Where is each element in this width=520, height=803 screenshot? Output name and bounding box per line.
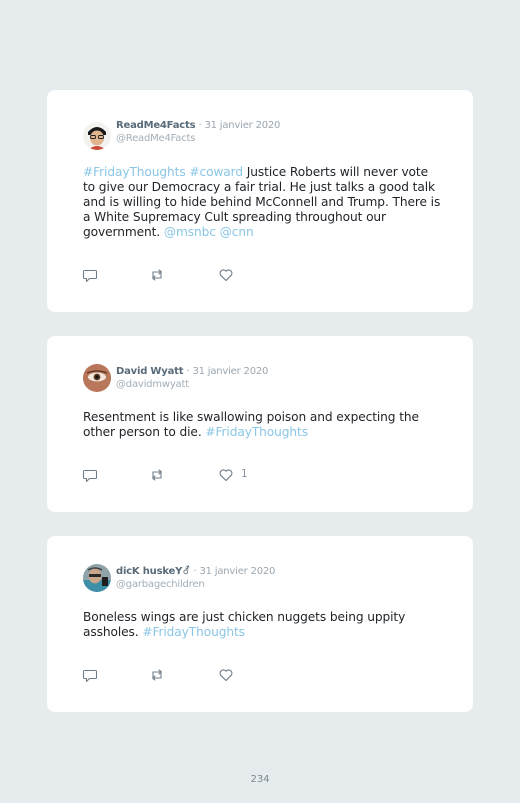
like-icon[interactable] bbox=[218, 267, 234, 283]
avatar[interactable] bbox=[83, 564, 111, 592]
reply-icon[interactable] bbox=[82, 267, 98, 283]
tweet-card: ReadMe4Facts · 31 janvier 2020 @ReadMe4F… bbox=[47, 90, 473, 312]
hashtag-link[interactable]: #FridayThoughts bbox=[83, 165, 186, 179]
author-name[interactable]: David Wyatt bbox=[116, 366, 183, 377]
retweet-icon[interactable] bbox=[149, 467, 165, 483]
author-name[interactable]: dicK huskeY⚦ bbox=[116, 566, 191, 577]
tweet-header: ReadMe4Facts · 31 janvier 2020 @ReadMe4F… bbox=[116, 120, 280, 146]
tweet-text: Boneless wings are just chicken nuggets … bbox=[83, 610, 443, 640]
mention-link[interactable]: @cnn bbox=[220, 225, 254, 239]
hashtag-link[interactable]: #coward bbox=[189, 165, 243, 179]
author-handle[interactable]: @ReadMe4Facts bbox=[116, 132, 280, 146]
author-name[interactable]: ReadMe4Facts bbox=[116, 120, 196, 131]
tweet-text: #FridayThoughts #coward Justice Roberts … bbox=[83, 165, 443, 240]
author-handle[interactable]: @garbagechildren bbox=[116, 578, 275, 592]
like-icon[interactable] bbox=[218, 467, 234, 483]
hashtag-link[interactable]: #FridayThoughts bbox=[205, 425, 308, 439]
tweet-header: dicK huskeY⚦ · 31 janvier 2020 @garbagec… bbox=[116, 566, 275, 592]
avatar[interactable] bbox=[83, 122, 111, 150]
avatar[interactable] bbox=[83, 364, 111, 392]
like-icon[interactable] bbox=[218, 667, 234, 683]
tweet-date[interactable]: · 31 janvier 2020 bbox=[186, 366, 268, 377]
author-handle[interactable]: @davidmwyatt bbox=[116, 378, 268, 392]
retweet-icon[interactable] bbox=[149, 267, 165, 283]
tweet-date[interactable]: · 31 janvier 2020 bbox=[199, 120, 281, 131]
hashtag-link[interactable]: #FridayThoughts bbox=[142, 625, 245, 639]
tweet-card: dicK huskeY⚦ · 31 janvier 2020 @garbagec… bbox=[47, 536, 473, 712]
tweet-date[interactable]: · 31 janvier 2020 bbox=[194, 566, 276, 577]
mention-link[interactable]: @msnbc bbox=[164, 225, 216, 239]
tweet-header: David Wyatt · 31 janvier 2020 @davidmwya… bbox=[116, 366, 268, 392]
tweet-card: David Wyatt · 31 janvier 2020 @davidmwya… bbox=[47, 336, 473, 512]
reply-icon[interactable] bbox=[82, 467, 98, 483]
tweet-text: Resentment is like swallowing poison and… bbox=[83, 410, 443, 440]
reply-icon[interactable] bbox=[82, 667, 98, 683]
page-number: 234 bbox=[250, 774, 270, 785]
like-count: 1 bbox=[241, 468, 248, 480]
retweet-icon[interactable] bbox=[149, 667, 165, 683]
